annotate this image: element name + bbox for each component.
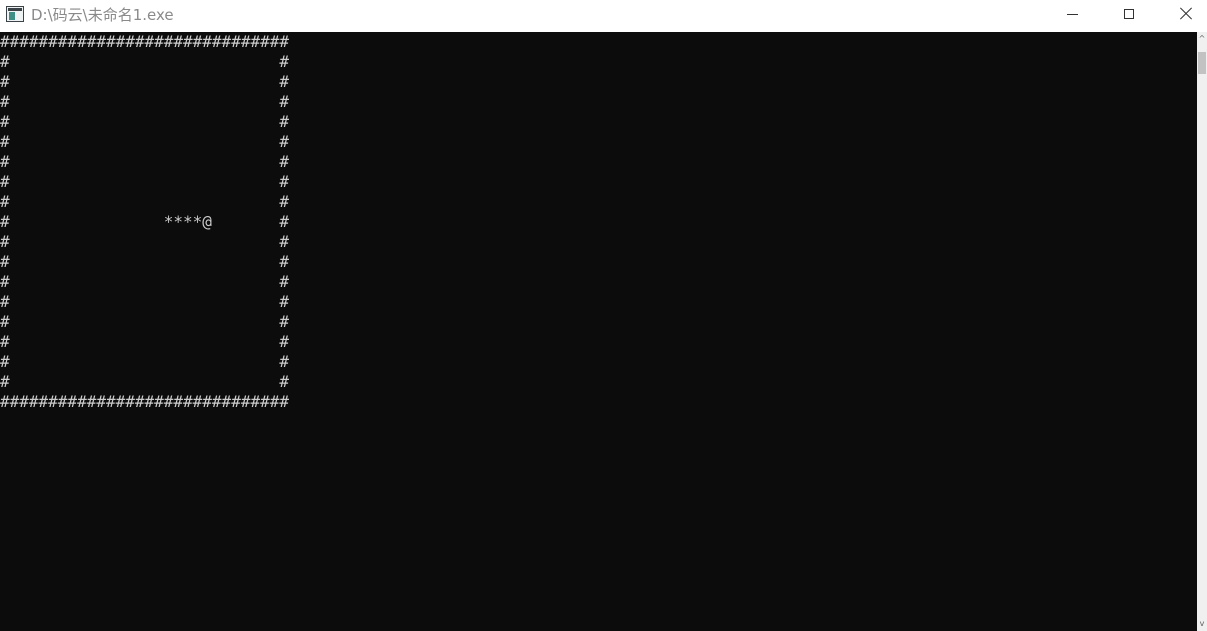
console-app-icon[interactable] — [6, 6, 24, 22]
close-icon — [1179, 7, 1193, 21]
app-icon-bar — [8, 8, 22, 11]
maximize-icon — [1124, 9, 1134, 19]
minimize-icon — [1066, 13, 1078, 15]
maximize-button[interactable] — [1101, 0, 1157, 28]
scroll-down-icon[interactable]: v — [1198, 617, 1206, 631]
app-icon-pane — [9, 12, 15, 20]
console-game-screen: ############################## # # # # #… — [0, 32, 289, 411]
scroll-up-icon[interactable]: ^ — [1198, 32, 1206, 46]
scrollbar-thumb[interactable] — [1198, 52, 1206, 74]
console-window: D:\码云\未命名1.exe #########################… — [0, 0, 1207, 631]
title-bar[interactable]: D:\码云\未命名1.exe — [0, 0, 1207, 32]
minimize-button[interactable] — [1044, 0, 1100, 28]
console-output-area[interactable]: ############################## # # # # #… — [0, 32, 1197, 631]
close-button[interactable] — [1158, 0, 1207, 28]
vertical-scrollbar[interactable]: ^ v — [1197, 32, 1207, 631]
window-title: D:\码云\未命名1.exe — [31, 6, 174, 24]
